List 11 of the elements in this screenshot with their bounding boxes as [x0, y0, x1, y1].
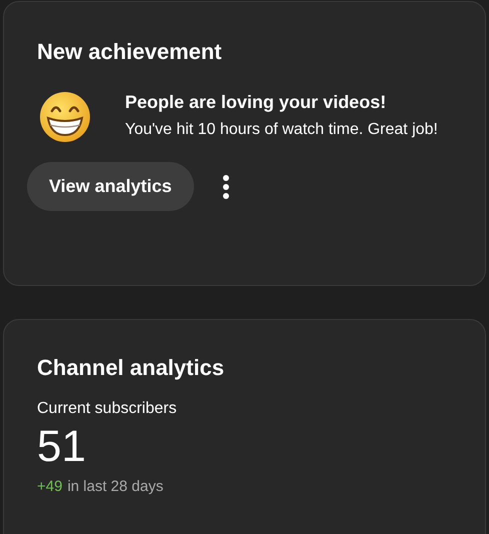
grinning-face-icon [39, 91, 91, 143]
more-options-icon [222, 174, 229, 198]
card-title: New achievement [37, 38, 223, 66]
change-value: +49 [37, 477, 62, 497]
period-text: in last 28 days [67, 477, 164, 497]
card-title: Channel analytics [37, 354, 226, 382]
view-analytics-button[interactable]: View analytics [27, 162, 194, 211]
achievement-heading: People are loving your videos! [125, 91, 388, 114]
subscriber-count: 51 [37, 421, 87, 473]
metric-label: Current subscribers [37, 399, 178, 419]
achievement-message: You've hit 10 hours of watch time. Great job! [125, 120, 439, 140]
